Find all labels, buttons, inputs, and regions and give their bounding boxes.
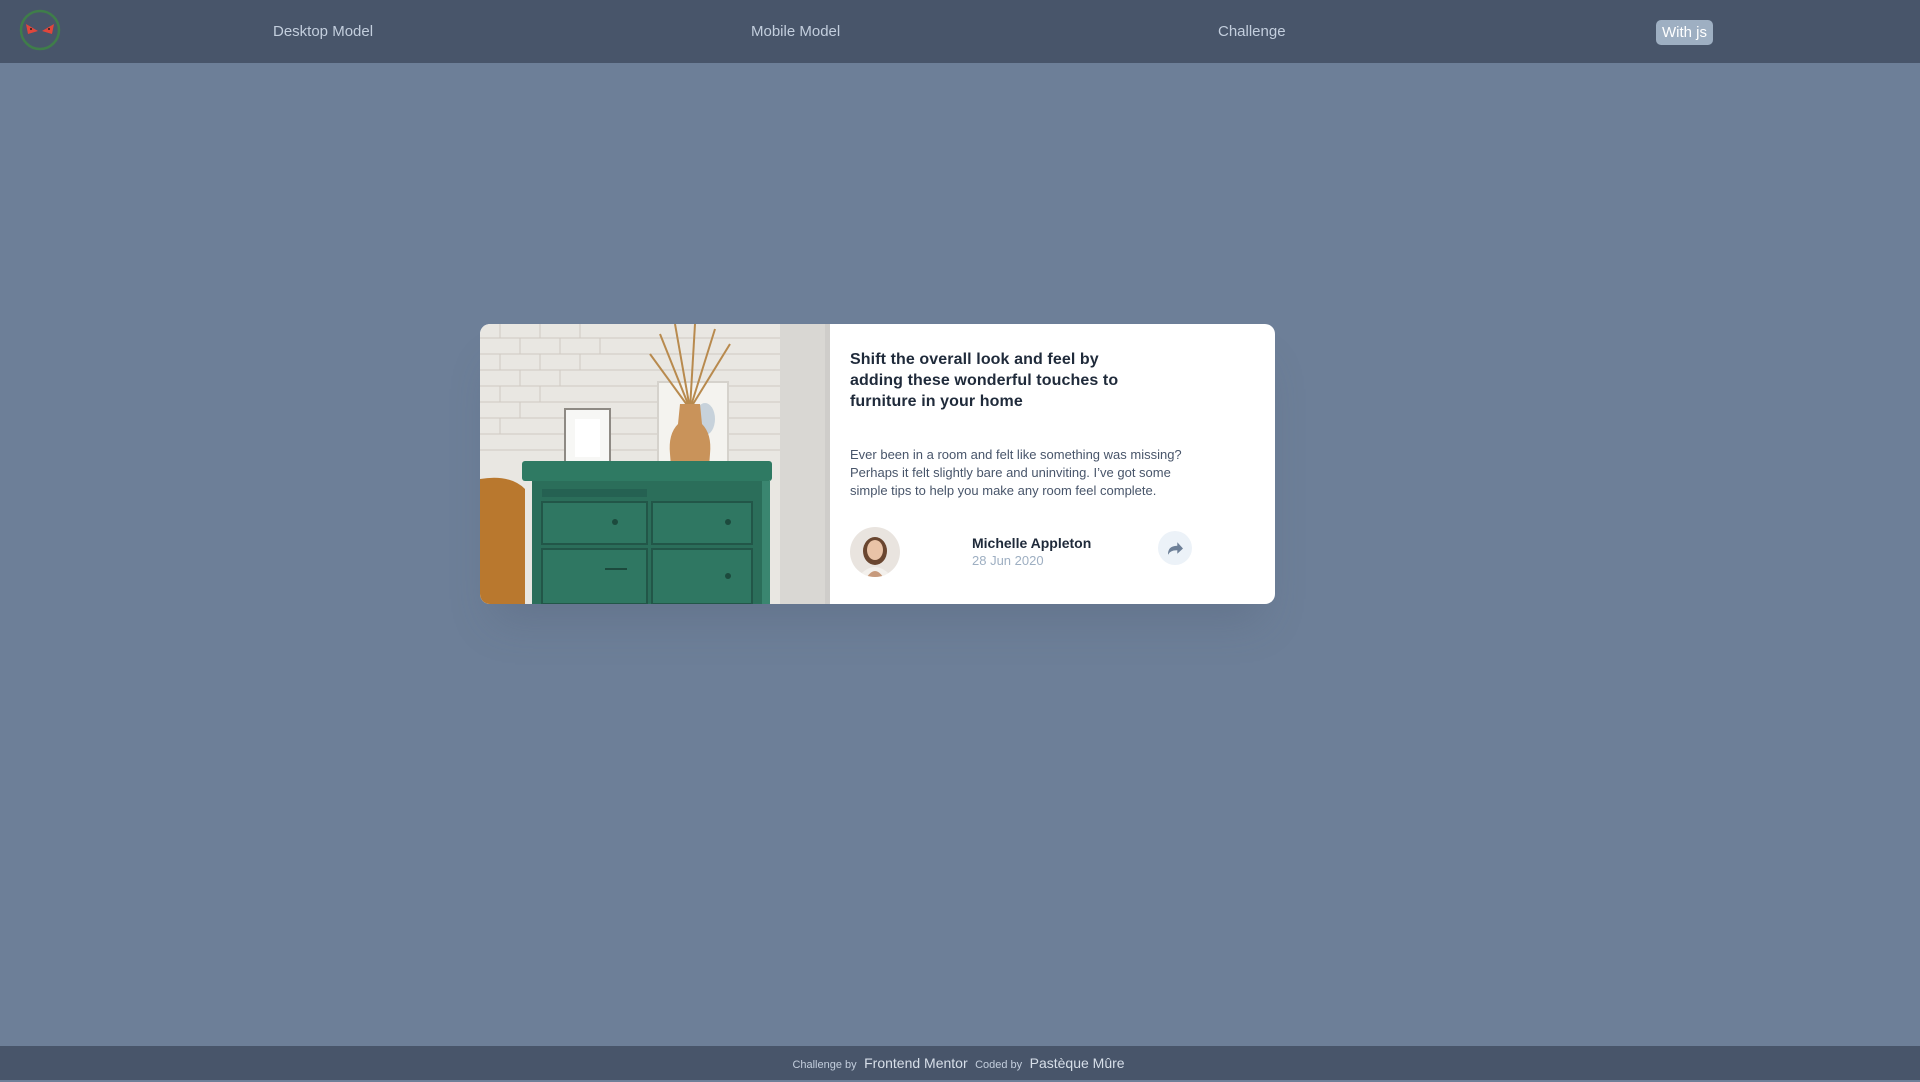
- frontend-mentor-link[interactable]: Frontend Mentor: [864, 1055, 968, 1071]
- attribution-footer: Challenge by Frontend Mentor Coded by Pa…: [0, 1046, 1920, 1080]
- watermelon-logo-icon[interactable]: [19, 9, 61, 51]
- publish-date: 28 Jun 2020: [972, 553, 1044, 568]
- author-avatar-icon: [850, 527, 900, 577]
- article-description: Ever been in a room and felt like someth…: [850, 447, 1182, 498]
- top-navigation-bar: Desktop Model Mobile Model Challenge Wit…: [0, 0, 1920, 63]
- share-arrow-icon: [1168, 542, 1183, 555]
- author-link[interactable]: Pastèque Mûre: [1030, 1055, 1125, 1071]
- author-name: Michelle Appleton: [972, 535, 1092, 551]
- nav-challenge-link[interactable]: Challenge: [1218, 22, 1286, 42]
- article-preview-card: Shift the overall look and feel by addin…: [480, 324, 1275, 604]
- dresser-with-vase-photo: [480, 324, 830, 604]
- article-content: Shift the overall look and feel by addin…: [830, 324, 1275, 604]
- article-title: Shift the overall look and feel by addin…: [850, 351, 1119, 410]
- nav-mobile-model-link[interactable]: Mobile Model: [751, 22, 840, 42]
- share-button[interactable]: [1158, 531, 1192, 565]
- nav-with-js-button[interactable]: With js: [1656, 20, 1713, 45]
- nav-desktop-model-link[interactable]: Desktop Model: [273, 22, 373, 42]
- coded-by-label: Coded by: [975, 1059, 1023, 1071]
- challenge-by-label: Challenge by: [792, 1059, 857, 1071]
